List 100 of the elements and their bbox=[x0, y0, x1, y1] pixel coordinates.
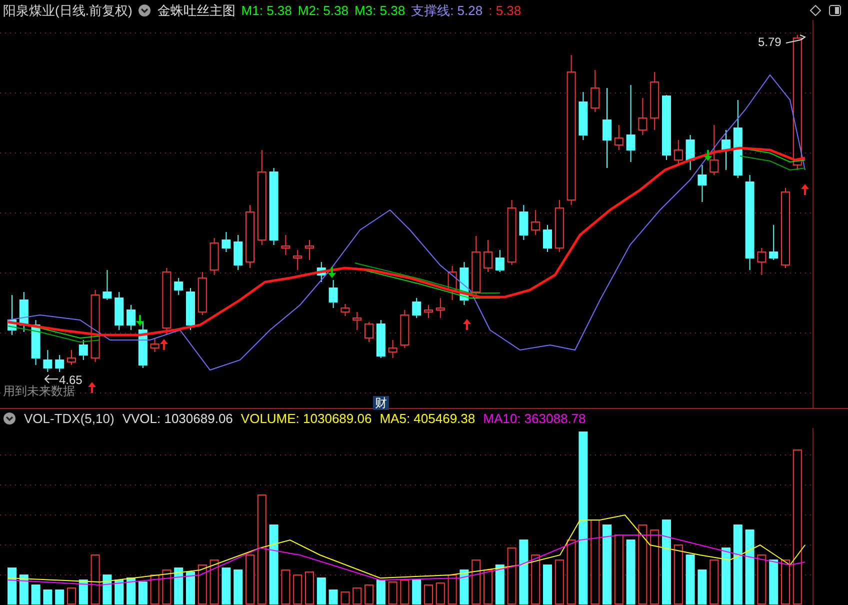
volume-bar bbox=[519, 540, 528, 604]
indicator-name: 金蛛吐丝主图 bbox=[157, 4, 236, 16]
candlestick bbox=[424, 304, 433, 318]
volume-bar bbox=[722, 548, 730, 604]
candlestick bbox=[448, 266, 457, 300]
candlestick bbox=[328, 280, 338, 308]
candlestick bbox=[55, 354, 64, 372]
leader-line bbox=[44, 374, 58, 384]
warning-text: 用到未来数据 bbox=[3, 385, 75, 397]
candlestick bbox=[388, 340, 398, 358]
candlestick bbox=[174, 278, 184, 296]
volume-indicator-name: VOL-TDX(5,10) bbox=[24, 412, 114, 425]
indicator-value: 支撑线: 5.28 bbox=[411, 4, 483, 16]
candlestick bbox=[710, 124, 719, 176]
dropdown-icon[interactable] bbox=[138, 4, 152, 16]
arrow-down-icon bbox=[328, 267, 336, 278]
volume-bar bbox=[316, 578, 326, 604]
volume-bar bbox=[698, 570, 707, 604]
candlestick bbox=[722, 130, 730, 170]
indicator-value: : 5.38 bbox=[488, 4, 522, 16]
volume-bar bbox=[138, 582, 148, 604]
candlestick bbox=[400, 310, 410, 348]
candlestick bbox=[31, 320, 40, 366]
candlestick bbox=[674, 140, 683, 166]
indicator-value: M1: 5.38 bbox=[241, 4, 292, 16]
chart-title: 阳泉煤业(日线.前复权) bbox=[3, 4, 132, 16]
candlestick bbox=[698, 164, 707, 202]
volume-bar bbox=[43, 590, 52, 604]
candlestick bbox=[78, 340, 88, 360]
candlestick bbox=[472, 236, 481, 296]
arrow-down-icon bbox=[136, 315, 144, 326]
candlestick bbox=[578, 92, 588, 140]
candlestick bbox=[352, 312, 362, 330]
volume-bar bbox=[78, 580, 88, 604]
candlestick bbox=[460, 262, 469, 306]
volume-bar bbox=[495, 564, 504, 604]
candlestick bbox=[543, 224, 552, 252]
candlestick bbox=[162, 268, 172, 336]
candlestick bbox=[150, 338, 160, 352]
candlestick bbox=[484, 240, 492, 272]
candlestick bbox=[531, 210, 540, 236]
candlestick bbox=[102, 270, 112, 300]
volume-bar bbox=[55, 590, 64, 604]
candlestick bbox=[305, 240, 314, 260]
candlestick bbox=[590, 70, 600, 112]
volume-bar bbox=[126, 578, 136, 604]
candlestick bbox=[19, 292, 28, 332]
candlestick bbox=[769, 224, 778, 260]
panel-icon[interactable] bbox=[829, 4, 841, 16]
candlestick bbox=[376, 320, 386, 358]
volume-bar bbox=[412, 580, 422, 604]
arrow-down-icon bbox=[704, 150, 712, 161]
candlestick bbox=[126, 304, 136, 330]
volume-bar bbox=[543, 564, 552, 604]
diamond-icon[interactable] bbox=[810, 4, 821, 16]
leader-line bbox=[786, 34, 806, 44]
candlestick bbox=[507, 200, 516, 266]
arrow-up-icon bbox=[463, 319, 471, 330]
candlestick bbox=[8, 294, 16, 336]
arrow-up-icon bbox=[160, 339, 168, 350]
volume-value: MA10: 363088.78 bbox=[483, 412, 586, 425]
volume-bar bbox=[328, 590, 338, 604]
candlestick bbox=[246, 204, 254, 268]
volume-bar bbox=[174, 568, 184, 604]
candlestick bbox=[519, 204, 528, 240]
candlestick bbox=[650, 72, 660, 130]
volume-bar bbox=[769, 560, 778, 604]
arrow-up-icon bbox=[801, 184, 809, 195]
candlestick bbox=[316, 262, 326, 282]
candlestick bbox=[686, 134, 695, 170]
candlestick bbox=[662, 94, 671, 160]
volume-bar bbox=[376, 580, 386, 604]
volume-value: VVOL: 1030689.06 bbox=[122, 412, 233, 425]
volume-value: MA5: 405469.38 bbox=[380, 412, 476, 425]
volume-bar bbox=[626, 540, 636, 604]
volume-bar bbox=[102, 574, 112, 604]
candlestick bbox=[614, 124, 624, 150]
candlestick bbox=[43, 350, 52, 372]
candlestick bbox=[114, 292, 124, 330]
candlestick bbox=[186, 288, 195, 330]
candlestick bbox=[554, 200, 564, 252]
candlestick bbox=[198, 272, 207, 316]
volume-bar bbox=[186, 572, 195, 604]
candlestick bbox=[436, 298, 445, 318]
candlestick bbox=[757, 248, 766, 276]
volume-bar bbox=[114, 580, 124, 604]
volume-bar bbox=[686, 554, 695, 604]
dropdown-icon[interactable] bbox=[3, 412, 16, 425]
candlestick bbox=[638, 98, 648, 136]
volume-value: VOLUME: 1030689.06 bbox=[240, 412, 372, 425]
volume-bar bbox=[222, 568, 231, 604]
indicator-value: M2: 5.38 bbox=[298, 4, 348, 16]
candlestick bbox=[234, 234, 243, 270]
candlestick bbox=[210, 238, 219, 276]
finance-badge[interactable]: 财 bbox=[373, 396, 389, 410]
volume-bar bbox=[31, 584, 40, 604]
volume-bar bbox=[8, 568, 16, 604]
volume-bar bbox=[19, 574, 28, 604]
candlestick bbox=[293, 250, 302, 270]
candlestick bbox=[412, 298, 422, 318]
